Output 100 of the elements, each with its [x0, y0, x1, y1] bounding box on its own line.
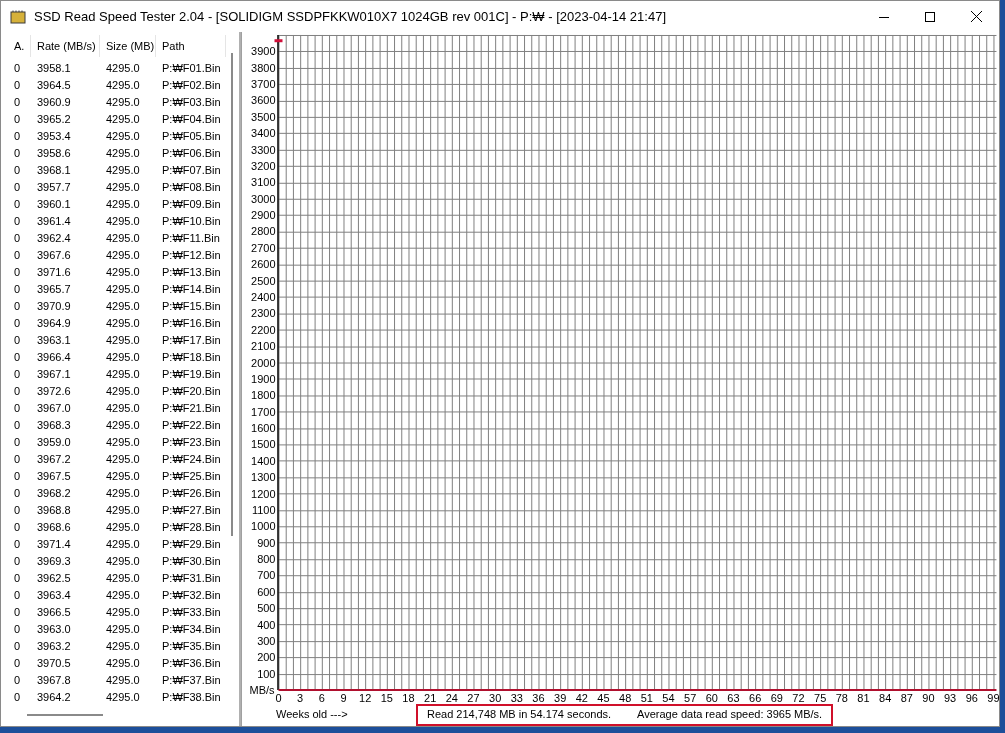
file-row[interactable]: 0 3961.4 4295.0 P:₩F10.Bin: [1, 213, 239, 230]
table-cell-text: 3972.6: [36, 384, 72, 400]
file-row[interactable]: 0 3965.2 4295.0 P:₩F04.Bin: [1, 111, 239, 128]
app-icon: [10, 9, 26, 24]
file-row[interactable]: 0 3958.6 4295.0 P:₩F06.Bin: [1, 145, 239, 162]
file-row[interactable]: 0 3972.6 4295.0 P:₩F20.Bin: [1, 383, 239, 400]
table-cell-text: 4295.0: [105, 367, 141, 383]
file-row[interactable]: 0 3960.9 4295.0 P:₩F03.Bin: [1, 94, 239, 111]
file-row[interactable]: 0 3967.5 4295.0 P:₩F25.Bin: [1, 468, 239, 485]
table-cell-text: P:₩F31.Bin: [161, 571, 222, 587]
y-tick-label: 1400: [251, 454, 276, 467]
x-tick-label: 84: [879, 692, 892, 704]
y-tick-label: 1300: [251, 471, 276, 484]
x-tick-label: 0: [275, 692, 282, 704]
column-header[interactable]: Path: [156, 35, 226, 57]
table-cell-text: 0: [13, 231, 22, 247]
file-row[interactable]: 0 3970.9 4295.0 P:₩F15.Bin: [1, 298, 239, 315]
x-tick-label: 24: [445, 692, 458, 704]
file-row[interactable]: 0 3971.6 4295.0 P:₩F13.Bin: [1, 264, 239, 281]
file-row[interactable]: 0 3962.5 4295.0 P:₩F31.Bin: [1, 570, 239, 587]
y-axis-label: MB/s: [249, 684, 275, 697]
file-row[interactable]: 0 3968.6 4295.0 P:₩F28.Bin: [1, 519, 239, 536]
y-tick-label: 1600: [251, 422, 276, 434]
table-cell-text: 3968.2: [36, 486, 72, 502]
table-cell-text: P:₩F18.Bin: [161, 350, 222, 366]
table-cell-text: 0: [13, 588, 22, 604]
file-row[interactable]: 0 3960.1 4295.0 P:₩F09.Bin: [1, 196, 239, 213]
file-row[interactable]: 0 3965.7 4295.0 P:₩F14.Bin: [1, 281, 239, 298]
table-cell-text: 0: [13, 571, 22, 587]
x-axis-label: Weeks old --->: [276, 707, 349, 723]
table-cell-text: 4295.0: [105, 146, 141, 162]
file-row[interactable]: 0 3967.6 4295.0 P:₩F12.Bin: [1, 247, 239, 264]
file-row[interactable]: 0 3967.2 4295.0 P:₩F24.Bin: [1, 451, 239, 468]
x-tick-label: 9: [340, 692, 347, 704]
table-cell-text: 4295.0: [105, 622, 141, 638]
file-row[interactable]: 0 3964.2 4295.0 P:₩F38.Bin: [1, 689, 239, 706]
column-header[interactable]: Size (MB): [100, 35, 156, 57]
table-cell-text: P:₩F17.Bin: [161, 333, 222, 349]
table-cell-text: 4295.0: [105, 656, 141, 672]
y-tick-label: 3200: [251, 160, 276, 172]
file-row[interactable]: 0 3970.5 4295.0 P:₩F36.Bin: [1, 655, 239, 672]
y-tick-label: 3700: [251, 78, 276, 91]
table-cell-text: 0: [13, 112, 22, 128]
column-header[interactable]: A.: [8, 35, 31, 57]
table-cell-text: 0: [13, 248, 22, 264]
file-row[interactable]: 0 3968.2 4295.0 P:₩F26.Bin: [1, 485, 239, 502]
file-row[interactable]: 0 3971.4 4295.0 P:₩F29.Bin: [1, 536, 239, 553]
x-tick-label: 30: [489, 692, 502, 704]
file-row[interactable]: 0 3968.1 4295.0 P:₩F07.Bin: [1, 162, 239, 179]
table-cell-text: 4295.0: [105, 282, 141, 298]
table-cell-text: 0: [13, 214, 22, 230]
table-cell-text: 3963.2: [36, 639, 72, 655]
table-cell-text: P:₩F34.Bin: [161, 622, 222, 638]
x-tick-label: 51: [640, 692, 653, 704]
horizontal-scrollbar-thumb[interactable]: [27, 714, 103, 716]
file-row[interactable]: 0 3969.3 4295.0 P:₩F30.Bin: [1, 553, 239, 570]
file-row[interactable]: 0 3966.5 4295.0 P:₩F33.Bin: [1, 604, 239, 621]
table-cell-text: 3960.1: [36, 197, 72, 213]
file-row[interactable]: 0 3964.5 4295.0 P:₩F02.Bin: [1, 77, 239, 94]
table-cell-text: 4295.0: [105, 180, 141, 196]
table-cell-text: 3968.3: [36, 418, 72, 434]
table-cell-text: 4295.0: [105, 95, 141, 111]
table-cell-text: P:₩F33.Bin: [161, 605, 222, 621]
file-row[interactable]: 0 3968.8 4295.0 P:₩F27.Bin: [1, 502, 239, 519]
file-row[interactable]: 0 3963.1 4295.0 P:₩F17.Bin: [1, 332, 239, 349]
column-header[interactable]: Rate (MB/s): [31, 35, 100, 57]
table-cell-text: 4295.0: [105, 112, 141, 128]
file-row[interactable]: 0 3968.3 4295.0 P:₩F22.Bin: [1, 417, 239, 434]
x-tick-label: 93: [944, 692, 957, 704]
table-cell-text: 3967.2: [36, 452, 72, 468]
file-row[interactable]: 0 3958.1 4295.0 P:₩F01.Bin: [1, 60, 239, 77]
table-cell-text: 4295.0: [105, 520, 141, 536]
x-tick-label: 99: [987, 692, 999, 704]
table-cell-text: 4295.0: [105, 333, 141, 349]
file-row[interactable]: 0 3953.4 4295.0 P:₩F05.Bin: [1, 128, 239, 145]
table-cell-text: P:₩F20.Bin: [161, 384, 222, 400]
file-row[interactable]: 0 3967.0 4295.0 P:₩F21.Bin: [1, 400, 239, 417]
file-row[interactable]: 0 3964.9 4295.0 P:₩F16.Bin: [1, 315, 239, 332]
file-row[interactable]: 0 3962.4 4295.0 P:₩F11.Bin: [1, 230, 239, 247]
file-row[interactable]: 0 3966.4 4295.0 P:₩F18.Bin: [1, 349, 239, 366]
vertical-scrollbar-thumb[interactable]: [231, 53, 233, 536]
table-cell-text: P:₩F01.Bin: [161, 61, 222, 77]
file-row[interactable]: 0 3963.0 4295.0 P:₩F34.Bin: [1, 621, 239, 638]
table-cell-text: 4295.0: [105, 214, 141, 230]
file-row[interactable]: 0 3957.7 4295.0 P:₩F08.Bin: [1, 179, 239, 196]
table-cell-text: 0: [13, 197, 22, 213]
table-cell-text: 4295.0: [105, 61, 141, 77]
y-tick-label: 3000: [251, 192, 276, 205]
y-tick-label: 1700: [251, 405, 276, 418]
x-tick-label: 36: [532, 692, 545, 704]
x-tick-label: 54: [662, 692, 675, 704]
file-row[interactable]: 0 3959.0 4295.0 P:₩F23.Bin: [1, 434, 239, 451]
file-row[interactable]: 0 3967.1 4295.0 P:₩F19.Bin: [1, 366, 239, 383]
file-row[interactable]: 0 3963.2 4295.0 P:₩F35.Bin: [1, 638, 239, 655]
table-cell-text: 0: [13, 299, 22, 315]
file-row[interactable]: 0 3967.8 4295.0 P:₩F37.Bin: [1, 672, 239, 689]
file-row[interactable]: 0 3963.4 4295.0 P:₩F32.Bin: [1, 587, 239, 604]
table-cell-text: 0: [13, 384, 22, 400]
table-cell-text: P:₩F38.Bin: [161, 690, 222, 706]
table-cell-text: 3968.1: [36, 163, 72, 179]
